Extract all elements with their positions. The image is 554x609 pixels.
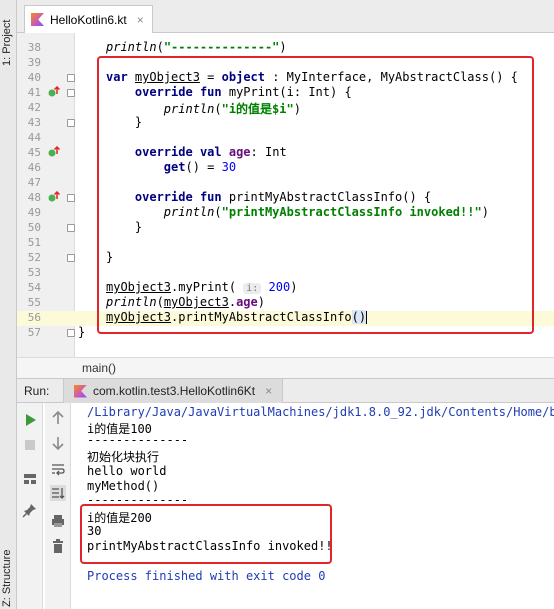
editor-tab-label: HelloKotlin6.kt: [50, 12, 127, 27]
run-config-label: com.kotlin.test3.HelloKotlin6Kt: [93, 384, 256, 398]
line-number: 42: [27, 101, 41, 114]
line-number: 47: [27, 176, 41, 189]
code-token: (: [156, 40, 164, 54]
breadcrumb[interactable]: main(): [17, 357, 554, 379]
run-icon[interactable]: [22, 412, 38, 428]
line-number: 52: [27, 251, 41, 264]
fold-icon[interactable]: [67, 89, 75, 97]
code-token: ): [279, 40, 287, 54]
line-number: 44: [27, 131, 41, 144]
fold-icon[interactable]: [67, 254, 75, 262]
console-line: --------------: [87, 433, 189, 447]
code-line-57: }: [78, 325, 85, 339]
project-tab-label: 1: Project: [1, 19, 13, 66]
scroll-to-end-icon[interactable]: [50, 485, 66, 501]
run-config-tab[interactable]: com.kotlin.test3.HelloKotlin6Kt ×: [63, 379, 284, 403]
code-editor[interactable]: 38 39 40 41 42 43 44 45 46 47 48 49 50 5…: [17, 33, 554, 357]
line-number: 43: [27, 116, 41, 129]
line-number: 50: [27, 221, 41, 234]
fold-icon[interactable]: [67, 194, 75, 202]
line-number: 45: [27, 146, 41, 159]
line-number: 40: [27, 71, 41, 84]
project-tool-tab[interactable]: 1: Project: [0, 6, 17, 66]
run-toolbar-left: [17, 403, 43, 609]
editor-tab-bar: HelloKotlin6.kt ×: [17, 0, 554, 33]
console-line: /Library/Java/JavaVirtualMachines/jdk1.8…: [87, 405, 554, 419]
arrow-up-icon[interactable]: [50, 410, 66, 426]
console-line: Process finished with exit code 0: [87, 569, 326, 583]
implement-override-icon[interactable]: [48, 86, 60, 98]
kotlin-run-icon: [74, 384, 87, 398]
code-token: }: [78, 325, 86, 339]
arrow-down-icon[interactable]: [50, 435, 66, 451]
line-number: 54: [27, 281, 41, 294]
code-token: println: [106, 40, 157, 54]
fold-icon[interactable]: [67, 74, 75, 82]
console-line: myMethod(): [87, 479, 160, 493]
line-number: 48: [27, 191, 41, 204]
kotlin-file-icon: [31, 13, 44, 26]
console-line: 初始化块执行: [87, 450, 160, 464]
stop-icon[interactable]: [22, 437, 38, 453]
fold-icon[interactable]: [67, 224, 75, 232]
run-panel-header: Run: com.kotlin.test3.HelloKotlin6Kt ×: [17, 379, 554, 403]
layout-icon[interactable]: [22, 471, 38, 487]
line-number: 53: [27, 266, 41, 279]
line-number: 57: [27, 326, 41, 339]
line-number: 56: [27, 311, 41, 324]
trash-icon[interactable]: [50, 538, 66, 554]
line-number: 51: [27, 236, 41, 249]
pin-icon[interactable]: [22, 502, 38, 518]
line-number: 38: [27, 41, 41, 54]
implement-override-icon[interactable]: [48, 191, 60, 203]
run-toolbar-right: [45, 403, 71, 609]
line-number: 55: [27, 296, 41, 309]
structure-tab-label: Z: Structure: [1, 549, 13, 607]
run-panel-title: Run:: [24, 384, 50, 398]
line-number: 39: [27, 56, 41, 69]
soft-wrap-icon[interactable]: [50, 461, 66, 477]
tool-window-strip: 1: Project Z: Structure: [0, 0, 17, 609]
line-number: 46: [27, 161, 41, 174]
console-line: hello world: [87, 464, 167, 478]
code-token: "--------------": [163, 40, 280, 54]
highlight-box-output: [80, 504, 332, 564]
run-console-output[interactable]: /Library/Java/JavaVirtualMachines/jdk1.8…: [71, 403, 554, 609]
breadcrumb-item[interactable]: main(): [82, 361, 116, 375]
fold-icon[interactable]: [67, 329, 75, 337]
close-icon[interactable]: ×: [137, 13, 144, 27]
close-icon[interactable]: ×: [265, 384, 272, 398]
print-icon[interactable]: [50, 513, 66, 529]
highlight-box-code: [97, 56, 534, 334]
line-number: 41: [27, 86, 41, 99]
fold-icon[interactable]: [67, 119, 75, 127]
editor-tab-hellokotlin6[interactable]: HelloKotlin6.kt ×: [24, 5, 153, 33]
implement-override-icon[interactable]: [48, 146, 60, 158]
line-number: 49: [27, 206, 41, 219]
structure-tool-tab[interactable]: Z: Structure: [0, 527, 17, 607]
code-line-38: println("--------------"): [106, 40, 287, 54]
